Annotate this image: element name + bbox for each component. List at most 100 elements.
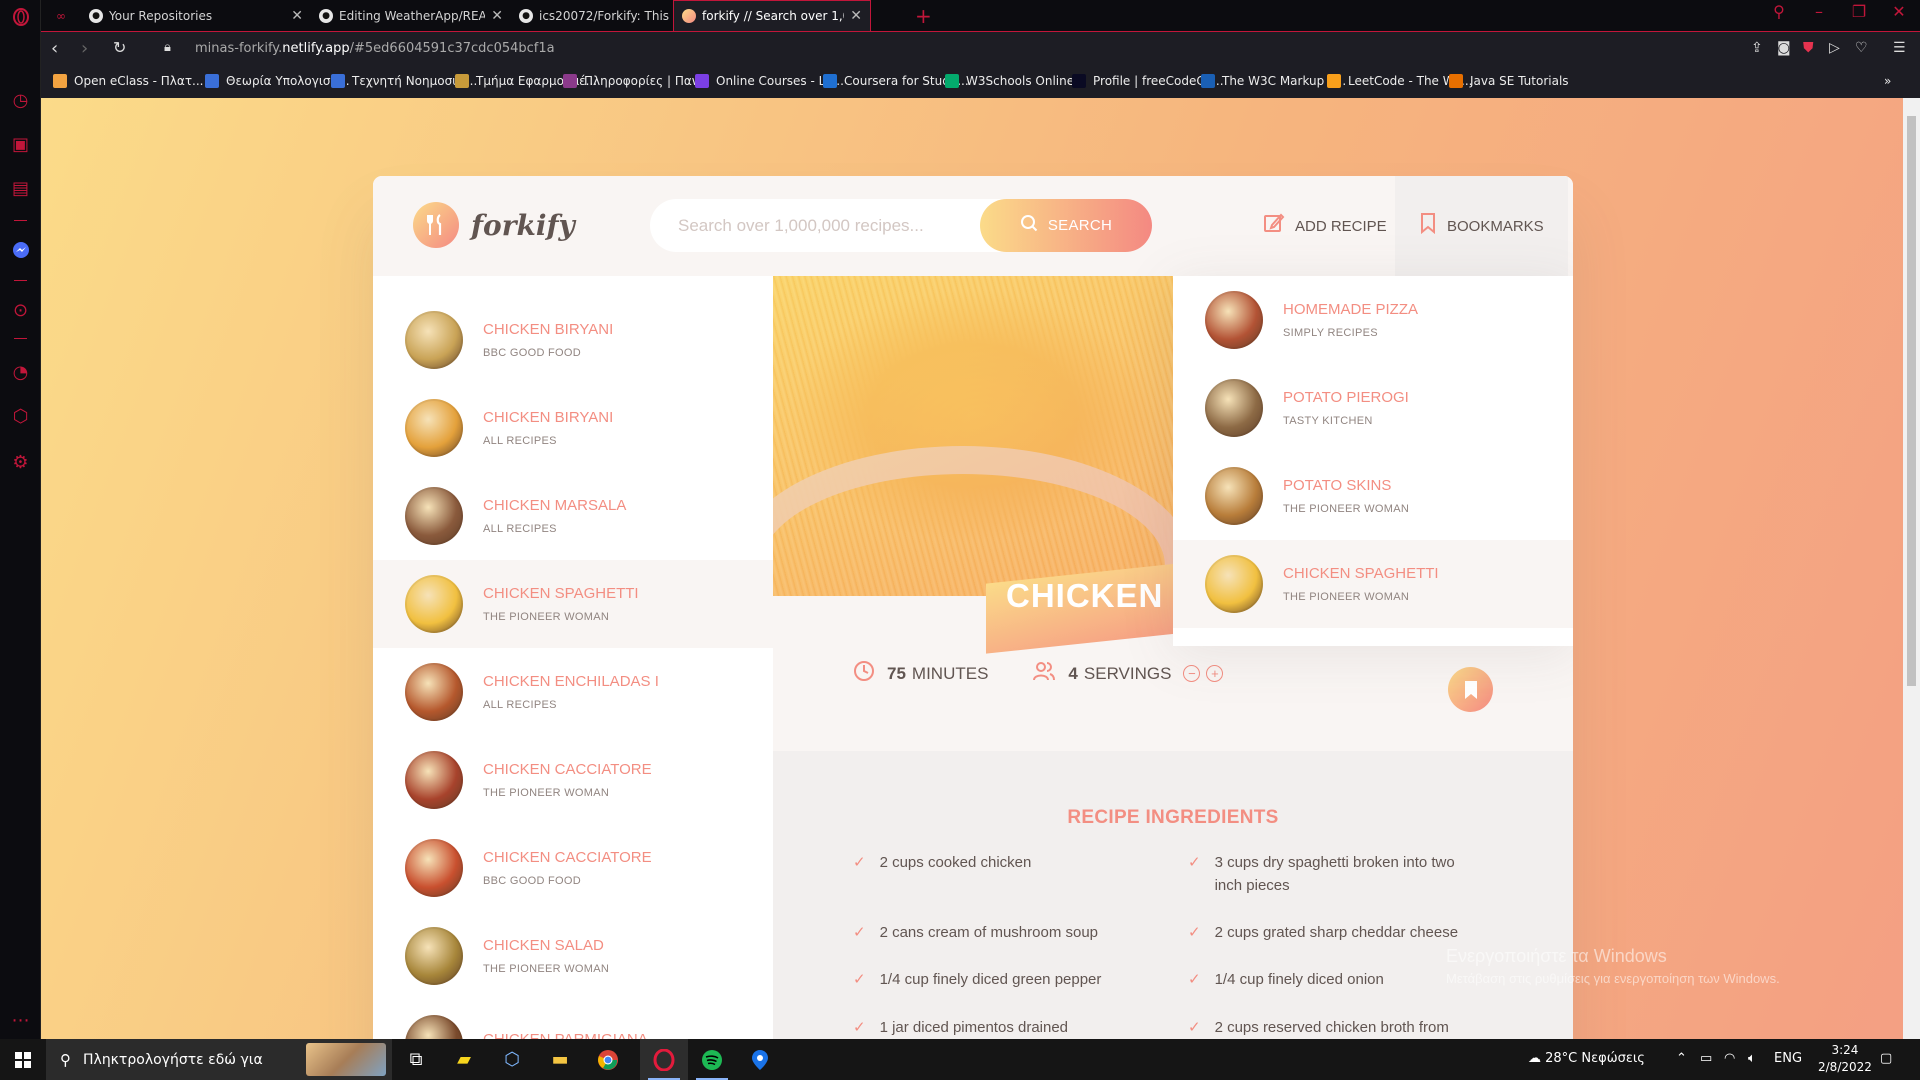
cloud-icon: ☁ <box>1528 1051 1541 1066</box>
chrome-icon[interactable] <box>584 1039 632 1080</box>
logo[interactable]: forkify <box>413 202 575 248</box>
minimize-icon[interactable]: – <box>1801 2 1837 21</box>
recipe-thumbnail <box>405 1015 463 1039</box>
bookmark-label: W3Schools Online... <box>966 74 1086 88</box>
bookmark-item[interactable]: The W3C Markup V... <box>1201 74 1346 88</box>
ingredient-text: 2 cans cream of mushroom soup <box>879 924 1099 941</box>
search-result-item[interactable]: CHICKEN BIRYANI ALL RECIPES <box>373 384 773 472</box>
reload-icon[interactable]: ↻ <box>113 38 126 57</box>
result-title: CHICKEN BIRYANI <box>483 321 614 338</box>
notifications-icon[interactable]: ▢ <box>1880 1051 1892 1066</box>
back-icon[interactable]: ‹ <box>51 38 58 59</box>
file-explorer-icon[interactable]: ▬ <box>536 1039 584 1080</box>
search-result-item[interactable]: CHICKEN CACCIATORE THE PIONEER WOMAN <box>373 736 773 824</box>
url-field[interactable]: minas-forkify.netlify.app/#5ed6604591c37… <box>195 41 555 56</box>
result-title: CHICKEN SPAGHETTI <box>1283 565 1439 582</box>
close-icon[interactable]: ✕ <box>491 8 503 24</box>
search-icon: ⚲ <box>60 1050 71 1069</box>
result-publisher: ALL RECIPES <box>483 523 557 535</box>
add-recipe-button[interactable]: ADD RECIPE <box>1263 176 1387 276</box>
search-result-item[interactable]: CHICKEN BIRYANI BBC GOOD FOOD <box>373 296 773 384</box>
search-input[interactable] <box>678 199 978 252</box>
taskbar-search-placeholder: Πληκτρολογήστε εδώ για <box>83 1051 263 1068</box>
forward-icon[interactable]: › <box>81 38 88 59</box>
close-icon[interactable]: ✕ <box>850 8 862 24</box>
twitch-icon[interactable]: ▤ <box>0 172 41 204</box>
player-icon[interactable]: ⊙ <box>0 294 41 326</box>
easy-setup-icon[interactable]: ☰ <box>1893 40 1906 56</box>
scrollbar-thumb[interactable] <box>1907 116 1916 686</box>
lock-icon[interactable]: 🔒︎ <box>164 40 171 55</box>
task-view-icon[interactable]: ⧉ <box>392 1039 440 1080</box>
search-result-item[interactable]: CHICKEN SPAGHETTI THE PIONEER WOMAN <box>373 560 773 648</box>
adblock-shield-icon[interactable]: ⛊ <box>1803 40 1814 56</box>
bookmark-list-item[interactable]: HOMEMADE PIZZA SIMPLY RECIPES <box>1173 276 1573 364</box>
bookmark-list-item[interactable]: POTATO PIEROGI TASTY KITCHEN <box>1173 364 1573 452</box>
share-icon[interactable]: ⇪ <box>1751 40 1763 56</box>
tab-editing-weatherapp[interactable]: ● Editing WeatherApp/README ✕ <box>311 0 511 31</box>
language-indicator[interactable]: ENG <box>1774 1051 1802 1066</box>
page-scrollbar[interactable] <box>1903 98 1920 1039</box>
tray-overflow-icon[interactable]: ⌃ <box>1676 1051 1687 1066</box>
meet-now-icon[interactable]: ▭ <box>1700 1051 1712 1066</box>
restore-icon[interactable]: ❐ <box>1841 2 1877 21</box>
3d-viewer-icon[interactable]: ⬡ <box>488 1039 536 1080</box>
tab-your-repositories[interactable]: ● Your Repositories ✕ <box>81 0 311 31</box>
new-tab-plus-icon[interactable]: + <box>915 4 932 28</box>
spotify-icon[interactable] <box>688 1039 736 1080</box>
search-result-item[interactable]: CHICKEN MARSALA ALL RECIPES <box>373 472 773 560</box>
bookmark-item[interactable]: Online Courses - Le... <box>695 74 844 88</box>
decrease-servings-icon[interactable]: − <box>1183 665 1201 682</box>
extensions-cube-icon[interactable]: ⬡ <box>0 400 41 432</box>
bookmark-list-item[interactable]: POTATO SKINS THE PIONEER WOMAN <box>1173 452 1573 540</box>
weather-widget[interactable]: ☁ 28°C Νεφώσεις <box>1528 1051 1645 1066</box>
close-icon[interactable]: ✕ <box>291 8 303 24</box>
opera-logo-icon[interactable] <box>0 1 41 33</box>
search-result-item[interactable]: CHICKEN PARMIGIANA <box>373 1000 773 1039</box>
send-icon[interactable]: ▷ <box>1829 40 1840 56</box>
tab-islands-icon[interactable]: ∞ <box>41 0 81 31</box>
increase-servings-icon[interactable]: + <box>1206 665 1224 682</box>
bookmark-favicon-icon <box>695 74 709 88</box>
taskbar-search[interactable]: ⚲ Πληκτρολογήστε εδώ για <box>46 1039 392 1080</box>
result-publisher: ALL RECIPES <box>483 699 557 711</box>
wifi-icon[interactable]: ◠ <box>1724 1051 1735 1066</box>
more-dots-icon[interactable]: ⋯ <box>0 1004 41 1036</box>
bookmark-item[interactable]: Java SE Tutorials <box>1449 74 1569 88</box>
bookmark-item[interactable]: Πληροφορίες | Παν... <box>563 74 710 88</box>
bookmark-item[interactable]: Θεωρία Υπολογισμ... <box>205 74 350 88</box>
check-icon: ✓ <box>853 1019 866 1036</box>
tab-forkify-active[interactable]: forkify // Search over 1,000 ✕ <box>673 0 871 31</box>
windows-start-icon[interactable] <box>0 1039 46 1080</box>
sticky-notes-icon[interactable]: ▰ <box>440 1039 488 1080</box>
snapshot-camera-icon[interactable]: ◙ <box>1777 40 1791 56</box>
recipe-thumbnail <box>405 575 463 633</box>
speed-dial-icon[interactable]: ◷ <box>0 84 41 116</box>
history-icon[interactable]: ◔ <box>0 356 41 388</box>
system-clock[interactable]: 3:24 2/8/2022 <box>1818 1042 1872 1076</box>
bookmark-item[interactable]: Open eClass - Πλατ... <box>53 74 203 88</box>
settings-gear-icon[interactable]: ⚙ <box>0 446 41 478</box>
github-icon: ● <box>319 8 333 23</box>
messenger-icon[interactable] <box>0 234 41 266</box>
search-result-item[interactable]: CHICKEN CACCIATORE BBC GOOD FOOD <box>373 824 773 912</box>
volume-icon[interactable]: 🔈︎ <box>1748 1051 1756 1066</box>
bookmark-recipe-button[interactable] <box>1448 667 1493 712</box>
search-result-item[interactable]: CHICKEN ENCHILADAS I ALL RECIPES <box>373 648 773 736</box>
maps-pin-icon[interactable] <box>736 1039 784 1080</box>
search-form: SEARCH <box>650 199 1152 252</box>
search-button[interactable]: SEARCH <box>980 199 1152 252</box>
search-result-item[interactable]: CHICKEN SALAD THE PIONEER WOMAN <box>373 912 773 1000</box>
bookmarks-button[interactable]: BOOKMARKS <box>1395 176 1568 276</box>
heart-icon[interactable]: ♡ <box>1855 40 1868 56</box>
bookmark-favicon-icon <box>1327 74 1341 88</box>
address-bar: ‹ › ↻ 🔒︎ minas-forkify.netlify.app/#5ed6… <box>41 31 1920 67</box>
bookmark-list-item[interactable]: CHICKEN SPAGHETTI THE PIONEER WOMAN <box>1173 540 1573 628</box>
opera-taskbar-icon[interactable] <box>640 1039 688 1080</box>
shopping-bag-icon[interactable]: ▣ <box>0 128 41 160</box>
close-window-icon[interactable]: ✕ <box>1881 2 1917 21</box>
bookmarks-overflow-icon[interactable]: » <box>1884 74 1891 88</box>
tab-strip: ∞ ● Your Repositories ✕ ● Editing Weathe… <box>41 0 1920 31</box>
bookmark-item[interactable]: W3Schools Online... <box>945 74 1086 88</box>
tab-search-icon[interactable]: ⚲ <box>1761 2 1797 21</box>
